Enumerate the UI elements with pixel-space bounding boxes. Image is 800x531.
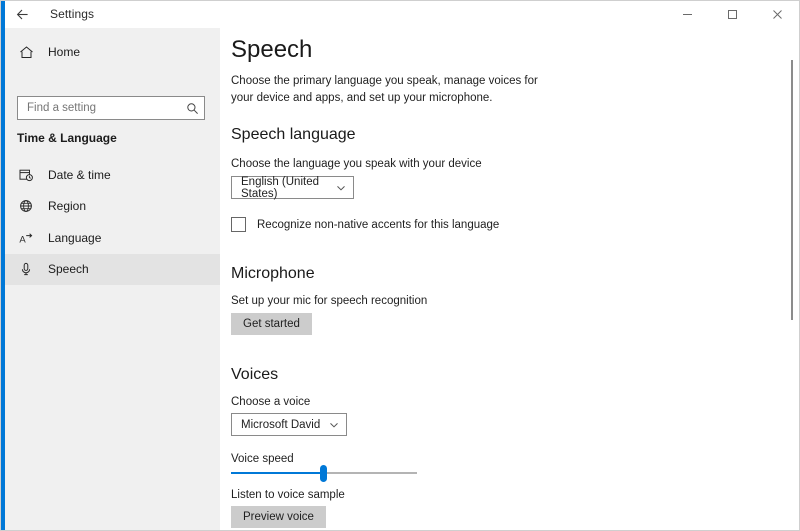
maximize-icon[interactable] [710, 0, 755, 28]
get-started-button[interactable]: Get started [231, 313, 312, 335]
nav-group-title: Time & Language [17, 131, 117, 145]
sidebar-item-date-time[interactable]: Date & time [1, 159, 220, 191]
calendar-clock-icon [17, 168, 35, 182]
title-bar: Settings [5, 0, 800, 28]
preview-voice-button[interactable]: Preview voice [231, 506, 326, 528]
recognize-accents-label: Recognize non-native accents for this la… [257, 219, 499, 231]
globe-icon [17, 199, 35, 213]
voice-sample-label: Listen to voice sample [231, 489, 345, 501]
section-heading-speech-language: Speech language [231, 126, 356, 144]
speech-language-label: Choose the language you speak with your … [231, 158, 482, 170]
search-icon[interactable] [181, 102, 204, 115]
language-icon: A [17, 231, 35, 245]
settings-window: Settings [0, 0, 800, 531]
recognize-accents-checkbox-row[interactable]: Recognize non-native accents for this la… [231, 217, 499, 232]
chevron-down-icon [329, 420, 339, 430]
section-heading-voices: Voices [231, 366, 278, 384]
speech-language-value: English (United States) [241, 176, 336, 200]
sidebar-item-home[interactable]: Home [1, 37, 220, 67]
microphone-label: Set up your mic for speech recognition [231, 295, 427, 307]
recognize-accents-checkbox[interactable] [231, 217, 246, 232]
svg-text:A: A [19, 234, 26, 244]
content-scrollbar[interactable] [785, 28, 799, 530]
close-icon[interactable] [755, 0, 800, 28]
home-label: Home [48, 45, 80, 59]
slider-track-filled [231, 472, 324, 474]
sidebar-item-language[interactable]: A Language [1, 222, 220, 254]
back-arrow-icon[interactable] [5, 0, 39, 28]
minimize-icon[interactable] [665, 0, 710, 28]
voice-dropdown[interactable]: Microsoft David [231, 413, 347, 436]
home-icon [17, 45, 35, 60]
scrollbar-thumb[interactable] [791, 60, 793, 320]
microphone-icon [17, 262, 35, 276]
voice-speed-slider[interactable] [231, 464, 417, 482]
section-heading-microphone: Microphone [231, 265, 315, 283]
slider-track-remaining [324, 472, 417, 474]
sidebar: Home Time & Language [1, 28, 220, 530]
page-description: Choose the primary language you speak, m… [231, 73, 541, 107]
chevron-down-icon [336, 183, 346, 193]
sidebar-item-label: Region [48, 199, 86, 213]
search-input[interactable] [18, 98, 181, 118]
window-controls [665, 0, 800, 28]
window-accent-strip [0, 0, 5, 531]
sidebar-item-label: Speech [48, 262, 89, 276]
voice-value: Microsoft David [241, 419, 320, 431]
sidebar-item-region[interactable]: Region [1, 191, 220, 223]
window-title: Settings [50, 7, 94, 21]
nav-list: Date & time Region A [1, 159, 220, 285]
search-box[interactable] [17, 96, 205, 120]
sidebar-item-speech[interactable]: Speech [1, 254, 220, 286]
choose-voice-label: Choose a voice [231, 396, 310, 408]
main-content: Speech Choose the primary language you s… [220, 28, 799, 530]
slider-thumb[interactable] [320, 465, 327, 482]
page-title: Speech [231, 36, 312, 64]
speech-language-dropdown[interactable]: English (United States) [231, 176, 354, 199]
sidebar-item-label: Language [48, 231, 101, 245]
sidebar-item-label: Date & time [48, 168, 111, 182]
